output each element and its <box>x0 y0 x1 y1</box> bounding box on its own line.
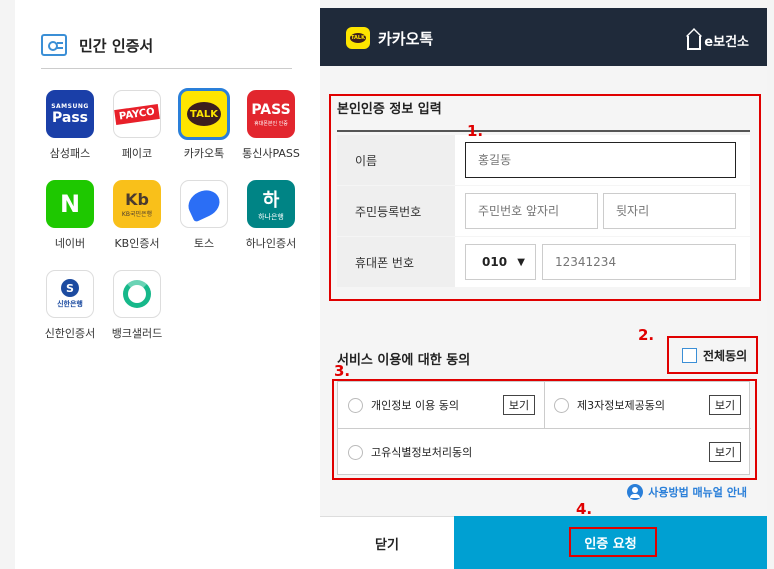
manual-link-label: 사용방법 매뉴얼 안내 <box>648 486 747 499</box>
home-icon <box>687 35 702 50</box>
provider-label: 삼성패스 <box>49 147 91 160</box>
provider-telecom-pass[interactable]: PASS 휴대폰본인 인증 통신사PASS <box>236 90 306 161</box>
manual-link[interactable]: 사용방법 매뉴얼 안내 <box>627 484 747 500</box>
provider-panel: 민간 인증서 SAMSUNG Pass 삼성패스 PAYCO 페이코 TALK … <box>15 0 320 569</box>
provider-samsung-pass[interactable]: SAMSUNG Pass 삼성패스 <box>35 90 105 161</box>
annotation-number-2: 2. <box>638 326 655 344</box>
annotation-box-3 <box>332 379 757 480</box>
auth-header-title: 카카오톡 <box>378 30 434 48</box>
provider-shinhan[interactable]: S 신한은행 신한인증서 <box>35 270 105 341</box>
annotation-box-1 <box>329 94 761 301</box>
pass-logo: PASS 휴대폰본인 인증 <box>247 90 295 138</box>
kakaotalk-logo: TALK <box>178 88 230 140</box>
kb-logo: Kb KB국민은행 <box>113 180 161 228</box>
provider-toss[interactable]: 토스 <box>169 180 239 251</box>
hana-logo: 하 하나은행 <box>247 180 295 228</box>
provider-hana[interactable]: 하 하나은행 하나인증서 <box>236 180 306 251</box>
provider-label: 뱅크샐러드 <box>111 327 163 340</box>
provider-label: 토스 <box>193 237 215 250</box>
close-button[interactable]: 닫기 <box>320 516 454 569</box>
provider-label: 카카오톡 <box>183 147 225 160</box>
toss-logo <box>180 180 228 228</box>
provider-naver[interactable]: N 네이버 <box>35 180 105 251</box>
provider-label: 네이버 <box>54 237 86 250</box>
provider-label: 신한인증서 <box>44 327 96 340</box>
shinhan-logo: S 신한은행 <box>46 270 94 318</box>
background-right-edge <box>767 0 774 569</box>
provider-label: 페이코 <box>121 147 153 160</box>
brand-label: e보건소 <box>704 35 749 50</box>
provider-kb[interactable]: Kb KB국민은행 KB인증서 <box>102 180 172 251</box>
agree-section-title: 서비스 이용에 대한 동의 <box>337 353 471 368</box>
annotation-box-2 <box>667 336 758 374</box>
annotation-box-4 <box>569 527 657 557</box>
annotation-number-3: 3. <box>334 362 351 380</box>
auth-header: TALK 카카오톡 e보건소 <box>320 8 767 66</box>
provider-panel-title: 민간 인증서 <box>79 36 154 55</box>
annotation-number-4: 4. <box>576 500 593 518</box>
provider-banksalad[interactable]: 뱅크샐러드 <box>102 270 172 341</box>
user-icon <box>627 484 644 500</box>
provider-kakaotalk[interactable]: TALK 카카오톡 <box>169 88 239 161</box>
naver-logo: N <box>46 180 94 228</box>
kakaotalk-icon: TALK <box>346 27 370 49</box>
divider <box>41 68 292 69</box>
payco-logo: PAYCO <box>113 90 161 138</box>
provider-panel-header: 민간 인증서 <box>41 34 153 56</box>
provider-label: KB인증서 <box>114 237 160 250</box>
banksalad-logo <box>113 270 161 318</box>
annotation-number-1: 1. <box>467 122 484 140</box>
provider-payco[interactable]: PAYCO 페이코 <box>102 90 172 161</box>
background-left-edge <box>0 0 15 569</box>
provider-label: 통신사PASS <box>242 147 300 160</box>
brand-link[interactable]: e보건소 <box>687 31 749 50</box>
certificate-icon <box>41 34 67 56</box>
samsung-pass-logo: SAMSUNG Pass <box>46 90 94 138</box>
provider-label: 하나인증서 <box>245 237 297 250</box>
